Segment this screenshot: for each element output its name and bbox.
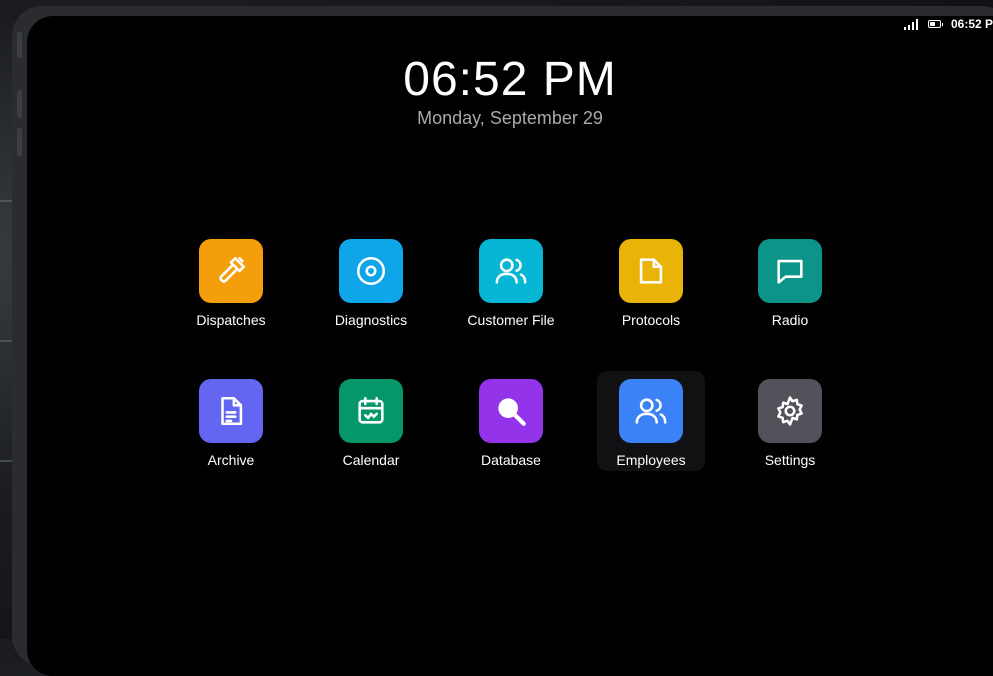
- app-label: Settings: [764, 452, 816, 468]
- chat-icon: [777, 259, 803, 284]
- app-label: Dispatches: [196, 312, 266, 328]
- file-text-icon: [221, 396, 243, 426]
- app-tile[interactable]: [199, 379, 263, 443]
- disc-icon: [356, 256, 386, 286]
- app-settings[interactable]: Settings: [736, 371, 844, 471]
- app-dispatches[interactable]: Dispatches: [177, 231, 285, 331]
- app-tile[interactable]: [199, 239, 263, 303]
- lock-date: Monday, September 29: [417, 108, 603, 128]
- search-icon: [498, 398, 526, 426]
- app-database[interactable]: Database: [457, 371, 565, 471]
- lock-clock: 06:52 PM: [403, 53, 617, 106]
- app-label: Database: [481, 452, 541, 468]
- app-label: Calendar: [342, 452, 400, 468]
- side-button: [17, 90, 22, 118]
- calendar-icon: [358, 396, 384, 424]
- app-employees[interactable]: Employees: [597, 371, 705, 471]
- status-bar: 06:52 PM: [903, 16, 993, 32]
- app-label: Archive: [207, 452, 255, 468]
- app-label: Diagnostics: [334, 312, 408, 328]
- app-tile[interactable]: [758, 379, 822, 443]
- users-icon: [635, 398, 667, 424]
- app-tile[interactable]: [339, 239, 403, 303]
- app-customer-file[interactable]: Customer File: [457, 231, 565, 331]
- side-button: [17, 32, 22, 58]
- app-label: Protocols: [621, 312, 681, 328]
- app-protocols[interactable]: Protocols: [597, 231, 705, 331]
- gear-icon: [777, 396, 803, 426]
- app-tile[interactable]: [479, 379, 543, 443]
- app-tile[interactable]: [619, 239, 683, 303]
- app-tile[interactable]: [479, 239, 543, 303]
- app-label: Radio: [771, 312, 809, 328]
- app-diagnostics[interactable]: Diagnostics: [317, 231, 425, 331]
- note-icon: [639, 258, 663, 284]
- flashlight-icon: [219, 256, 246, 283]
- tablet-screen: 06:52 PM 06:52 PM Monday, September 29 D…: [27, 16, 993, 676]
- app-calendar[interactable]: Calendar: [317, 371, 425, 471]
- app-label: Customer File: [467, 312, 555, 328]
- signal-icon: [903, 18, 918, 30]
- app-tile[interactable]: [619, 379, 683, 443]
- side-button: [17, 128, 22, 156]
- app-archive[interactable]: Archive: [177, 371, 285, 471]
- app-tile[interactable]: [758, 239, 822, 303]
- battery-icon: [927, 20, 944, 28]
- users-icon: [495, 258, 527, 284]
- app-tile[interactable]: [339, 379, 403, 443]
- app-label: Employees: [616, 452, 686, 468]
- app-radio[interactable]: Radio: [736, 231, 844, 331]
- status-time: 06:52 PM: [950, 17, 993, 31]
